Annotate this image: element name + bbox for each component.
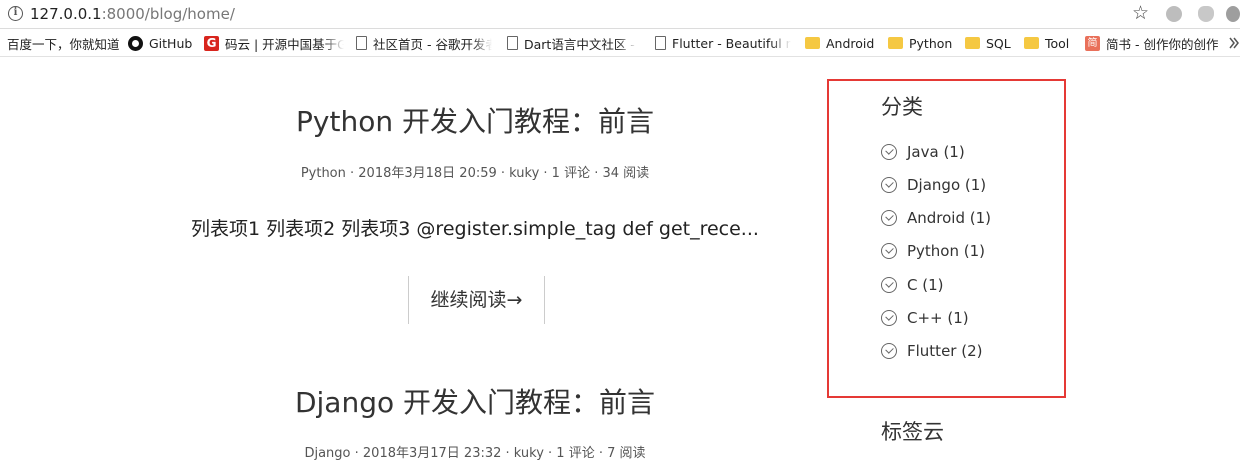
- bookmark-item[interactable]: GitHub: [128, 34, 192, 52]
- url-field[interactable]: 127.0.0.1:8000/blog/home/: [30, 5, 235, 23]
- bookmark-item[interactable]: 百度一下，你就知道: [7, 34, 125, 52]
- bookmark-folder[interactable]: Python: [888, 34, 952, 52]
- category-item[interactable]: Python (1): [881, 241, 985, 261]
- bookmark-label: 百度一下，你就知道: [7, 36, 120, 52]
- category-label: C++ (1): [907, 309, 969, 327]
- tag-cloud-title: 标签云: [881, 420, 944, 444]
- page-icon: [356, 36, 367, 50]
- category-label: Android (1): [907, 209, 992, 227]
- category-item[interactable]: Django (1): [881, 175, 986, 195]
- folder-icon: [888, 37, 903, 49]
- bookmark-label: GitHub: [149, 35, 193, 51]
- bookmark-star-icon[interactable]: ☆: [1132, 2, 1149, 24]
- bookmark-label: Flutter - Beautiful n: [672, 35, 791, 51]
- bookmarks-bar: 百度一下，你就知道 GitHub G 码云 | 开源中国基于G 社区首页 - 谷…: [0, 29, 1240, 57]
- post-meta: Python · 2018年3月18日 20:59 · kuky · 1 评论 …: [300, 166, 650, 181]
- category-item[interactable]: Flutter (2): [881, 341, 982, 361]
- post-title[interactable]: Python 开发入门教程：前言: [110, 100, 840, 140]
- page-icon: [655, 36, 666, 50]
- bookmark-item[interactable]: G 码云 | 开源中国基于G: [204, 34, 344, 52]
- bookmark-folder[interactable]: SQL: [965, 34, 1011, 52]
- folder-icon: [1024, 37, 1039, 49]
- bookmark-item[interactable]: 简 简书 - 创作你的创作: [1085, 34, 1223, 52]
- address-bar[interactable]: i 127.0.0.1:8000/blog/home/ ☆: [0, 0, 1240, 29]
- category-label: Python (1): [907, 242, 986, 260]
- bookmark-item[interactable]: 社区首页 - 谷歌开发者: [356, 34, 492, 52]
- category-item[interactable]: C (1): [881, 275, 944, 295]
- category-label: Flutter (2): [907, 342, 983, 360]
- bookmark-label: 简书 - 创作你的创作: [1106, 36, 1219, 52]
- check-circle-icon: [881, 210, 897, 226]
- bookmark-label: Python: [909, 35, 953, 51]
- page-icon: [507, 36, 518, 50]
- bookmark-label: SQL: [986, 35, 1011, 51]
- post-title[interactable]: Django 开发入门教程：前言: [110, 381, 840, 421]
- post-excerpt: 列表项1 列表项2 列表项3 @register.simple_tag def …: [191, 218, 759, 240]
- extension-icon[interactable]: [1166, 6, 1182, 22]
- gitee-icon: G: [204, 35, 219, 51]
- category-label: Java (1): [907, 143, 965, 161]
- check-circle-icon: [881, 177, 897, 193]
- folder-icon: [805, 37, 820, 49]
- bookmark-label: Tool: [1045, 35, 1070, 51]
- check-circle-icon: [881, 343, 897, 359]
- more-bookmarks-icon[interactable]: [1228, 33, 1240, 53]
- check-circle-icon: [881, 243, 897, 259]
- jianshu-icon: 简: [1085, 35, 1100, 51]
- extension-icon[interactable]: [1198, 6, 1214, 22]
- github-icon: [128, 35, 143, 51]
- check-circle-icon: [881, 277, 897, 293]
- check-circle-icon: [881, 144, 897, 160]
- category-item[interactable]: C++ (1): [881, 308, 969, 328]
- bookmark-item[interactable]: Flutter - Beautiful n: [655, 34, 791, 52]
- post-meta: Django · 2018年3月17日 23:32 · kuky · 1 评论 …: [304, 446, 646, 461]
- category-item[interactable]: Java (1): [881, 142, 965, 162]
- url-path: :8000/blog/home/: [101, 5, 235, 23]
- bookmark-item[interactable]: Dart语言中文社区 -: [507, 34, 637, 52]
- extension-icon[interactable]: [1226, 6, 1240, 22]
- bookmark-label: 码云 | 开源中国基于G: [225, 36, 344, 52]
- bookmark-label: Dart语言中文社区 -: [524, 36, 635, 52]
- info-icon[interactable]: i: [8, 6, 23, 21]
- category-label: C (1): [907, 276, 944, 294]
- category-item[interactable]: Android (1): [881, 208, 991, 228]
- bookmark-folder[interactable]: Tool: [1024, 34, 1069, 52]
- bookmark-folder[interactable]: Android: [805, 34, 874, 52]
- bookmark-label: 社区首页 - 谷歌开发者: [373, 36, 492, 52]
- categories-title: 分类: [881, 95, 923, 119]
- bookmark-label: Android: [826, 35, 875, 51]
- folder-icon: [965, 37, 980, 49]
- read-more-button[interactable]: 继续阅读→: [408, 276, 545, 324]
- category-label: Django (1): [907, 176, 987, 194]
- check-circle-icon: [881, 310, 897, 326]
- url-host: 127.0.0.1: [30, 5, 102, 23]
